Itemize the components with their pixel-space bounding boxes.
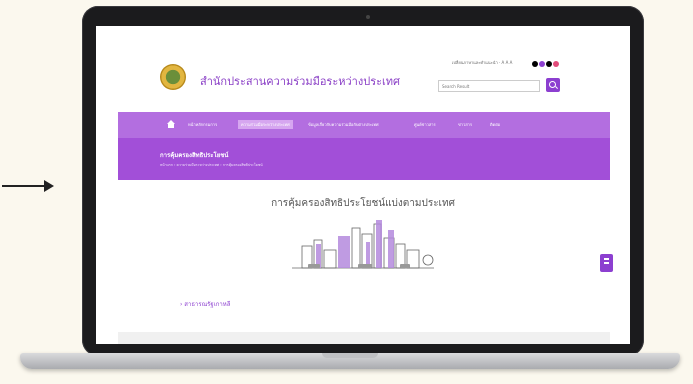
nav-item-news-center[interactable]: ศูนย์ข่าวสาร [414,121,436,128]
theme-dot-4[interactable] [553,61,559,67]
top-links[interactable]: เปลี่ยนภาษาและคำแนะนำ · A A A [452,59,512,66]
nav-item-home[interactable]: หน้าหลักกรมการ [188,121,217,128]
nav-item-news[interactable]: ข่าวสาร [458,121,472,128]
footer-bar [118,332,610,344]
search-icon-handle [555,86,558,90]
breadcrumb[interactable]: หน้าแรก › ความร่วมมือระหว่างประเทศ › การ… [160,162,263,168]
laptop-notch [322,353,378,358]
theme-dot-1[interactable] [532,61,538,67]
page-banner: การคุ้มครองสิทธิประโยชน์ หน้าแรก › ความร… [118,138,610,180]
search-button[interactable] [546,78,560,92]
laptop-screen: สำนักประสานความร่วมมือระหว่างประเทศ เปลี… [96,26,630,344]
nav-item-contact[interactable]: ติดต่อ [490,121,500,128]
theme-dot-2[interactable] [539,61,545,67]
home-icon[interactable] [167,120,175,128]
site-header: สำนักประสานความร่วมมือระหว่างประเทศ เปลี… [96,26,630,106]
camera-icon [366,15,370,19]
country-link[interactable]: › สาธารณรัฐเกาหลี [180,299,230,309]
main-nav: หน้าหลักกรมการ ความร่วมมือระหว่างประเทศ … [118,112,610,138]
cityscape-illustration [292,220,434,269]
page-title: การคุ้มครองสิทธิประโยชน์แบ่งตามประเทศ [271,198,455,209]
agency-logo[interactable] [160,64,186,90]
laptop-base [20,353,680,369]
arrow-head [44,180,54,192]
site-title[interactable]: สำนักประสานความร่วมมือระหว่างประเทศ [200,72,400,90]
theme-dot-3[interactable] [546,61,552,67]
arrow-shaft [2,185,46,187]
nav-item-cooperation[interactable]: ความร่วมมือระหว่างประเทศ [238,120,293,129]
menu-icon [604,258,609,260]
search-input[interactable] [438,80,540,92]
banner-title: การคุ้มครองสิทธิประโยชน์ [160,152,229,159]
home-icon-body [168,124,174,128]
pointer-arrow-icon [2,179,54,193]
side-menu-button[interactable] [600,254,613,272]
laptop-lid: สำนักประสานความร่วมมือระหว่างประเทศ เปลี… [82,6,644,356]
nav-item-info[interactable]: ข้อมูลเกี่ยวกับความร่วมมือกับต่างประเทศ [308,121,379,128]
